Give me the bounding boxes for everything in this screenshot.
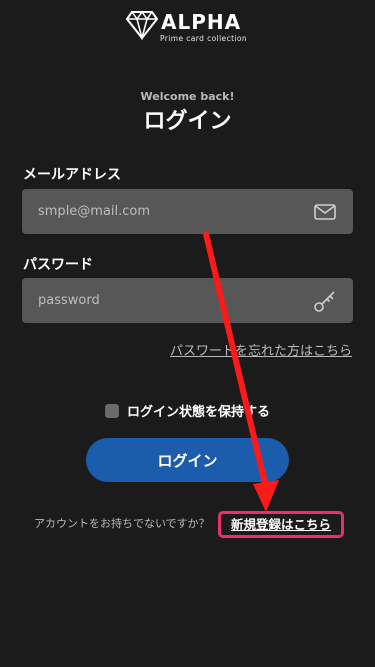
remember-me-label: ログイン状態を保持する <box>126 405 270 420</box>
email-field-box[interactable] <box>22 189 353 234</box>
welcome-text: Welcome back! <box>140 90 235 103</box>
signup-link[interactable]: 新規登録はこちら <box>218 511 344 538</box>
diamond-icon <box>126 10 158 40</box>
page-title: ログイン <box>143 109 232 134</box>
password-label: パスワード <box>23 257 93 273</box>
login-button[interactable]: ログイン <box>86 438 289 482</box>
email-label: メールアドレス <box>23 167 121 183</box>
mail-icon <box>314 204 336 220</box>
remember-me-row[interactable]: ログイン状態を保持する <box>0 401 375 420</box>
password-field[interactable] <box>22 278 318 323</box>
brand-name: ALPHA <box>161 10 242 34</box>
brand-logo: ALPHA Prime card collection <box>0 10 375 46</box>
email-field[interactable] <box>22 189 318 234</box>
signup-prompt: アカウントをお持ちでないですか？ <box>34 517 210 530</box>
password-field-box[interactable] <box>22 278 353 323</box>
key-icon <box>314 291 335 312</box>
brand-tagline: Prime card collection <box>160 34 248 43</box>
forgot-password-link[interactable]: パスワードを忘れた方はこちら <box>170 340 352 359</box>
remember-me-checkbox[interactable] <box>104 404 119 418</box>
